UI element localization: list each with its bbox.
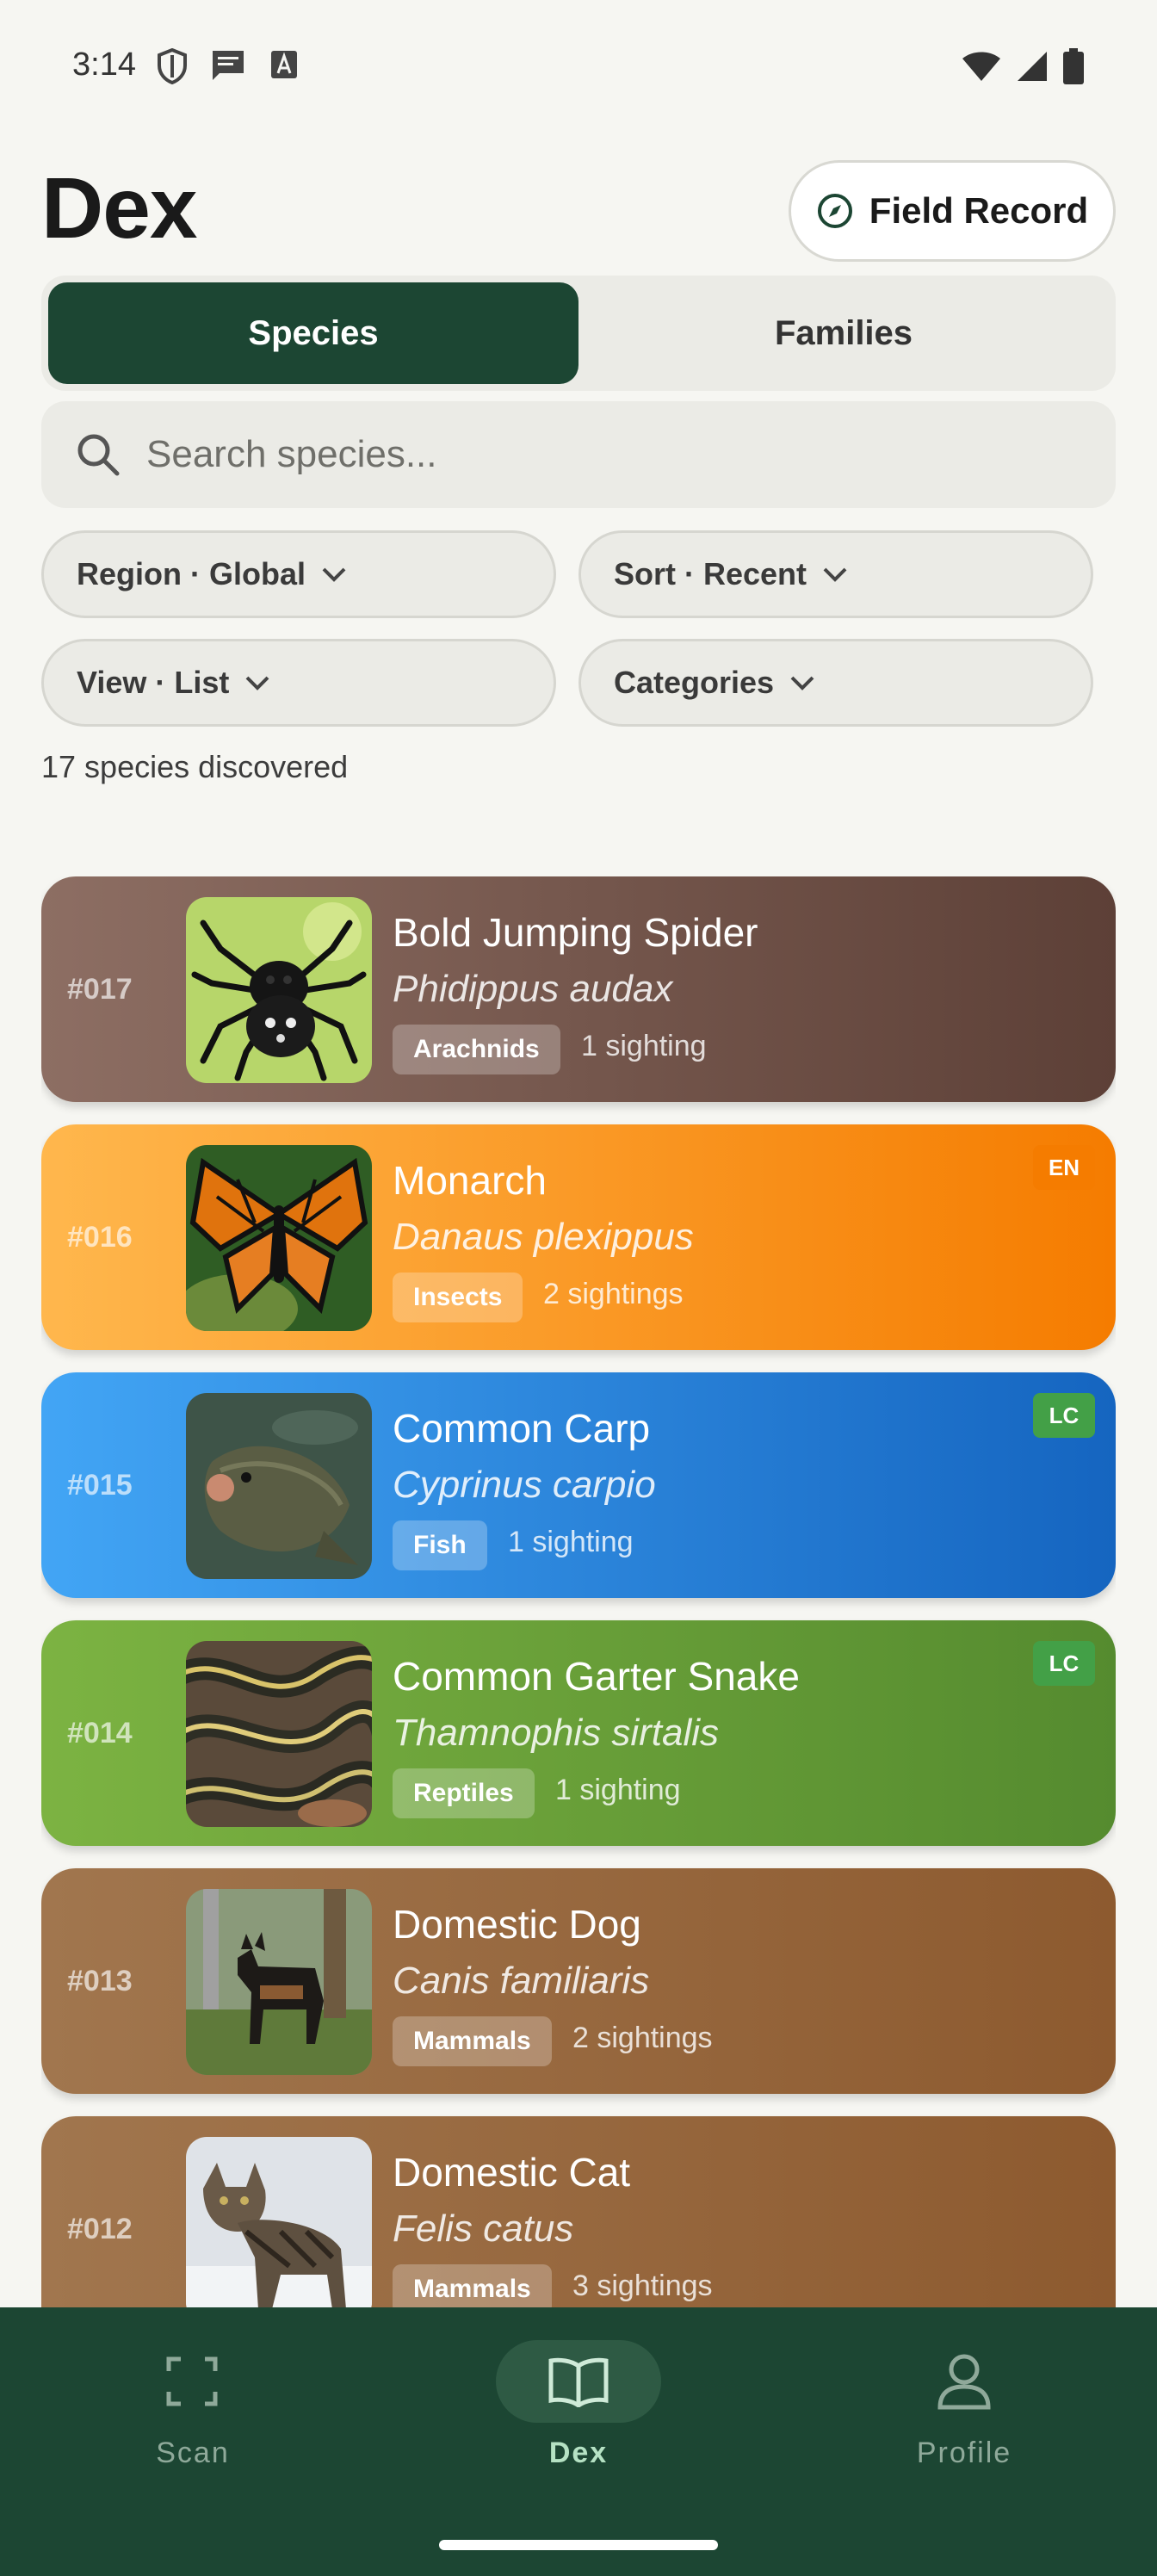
sighting-count: 1 sighting [555, 1774, 681, 1806]
view-tabs: Species Families [41, 276, 1116, 391]
chevron-down-icon [322, 567, 346, 582]
species-name: Common Garter Snake [393, 1654, 800, 1699]
species-scientific-name: Danaus plexippus [393, 1216, 694, 1258]
species-scientific-name: Felis catus [393, 2208, 574, 2250]
nav-scan-pill [110, 2340, 275, 2423]
sort-filter-label: Sort · Recent [614, 556, 807, 591]
conservation-status-badge: LC [1033, 1393, 1095, 1438]
wifi-icon [962, 52, 1000, 81]
nav-dex-pill [496, 2340, 661, 2423]
species-number: #017 [67, 972, 133, 1006]
sort-filter[interactable]: Sort · Recent [578, 530, 1093, 618]
species-number: #016 [67, 1220, 133, 1254]
species-name: Bold Jumping Spider [393, 910, 758, 955]
species-photo [186, 1889, 372, 2075]
signal-icon [1018, 52, 1047, 81]
species-number: #012 [67, 2212, 133, 2245]
search-input[interactable]: Search species... [41, 401, 1116, 508]
categories-filter[interactable]: Categories [578, 639, 1093, 727]
nav-dex-label: Dex [548, 2437, 609, 2469]
species-photo [186, 897, 372, 1083]
category-badge: Fish [393, 1520, 487, 1570]
scan-icon [166, 2356, 218, 2406]
region-filter-label: Region · Global [77, 556, 306, 591]
category-badge: Arachnids [393, 1025, 560, 1074]
species-card[interactable]: #014 Common Garter Snake Thamnophis sirt… [41, 1620, 1116, 1846]
nav-scan-label: Scan [156, 2437, 230, 2469]
species-photo [186, 1641, 372, 1827]
region-filter[interactable]: Region · Global [41, 530, 556, 618]
species-card[interactable]: #012 Domestic Cat Felis catus Mammals 3 … [41, 2116, 1116, 2307]
category-badge: Mammals [393, 2264, 552, 2307]
species-number: #015 [67, 1468, 133, 1502]
sighting-count: 1 sighting [508, 1526, 634, 1558]
conservation-status-badge: LC [1033, 1641, 1095, 1686]
sighting-count: 1 sighting [581, 1030, 707, 1062]
species-photo [186, 1393, 372, 1579]
view-filter-label: View · List [77, 665, 230, 700]
chevron-down-icon [245, 676, 269, 690]
search-placeholder: Search species... [146, 433, 437, 475]
category-badge: Insects [393, 1273, 523, 1322]
field-record-label: Field Record [869, 190, 1089, 231]
person-icon [937, 2354, 991, 2410]
battery-icon [1063, 48, 1084, 84]
chevron-down-icon [790, 676, 814, 690]
species-count: 17 species discovered [41, 749, 349, 784]
sighting-count: 2 sightings [572, 2022, 713, 2054]
tab-families[interactable]: Families [578, 282, 1109, 384]
category-badge: Mammals [393, 2016, 552, 2066]
compass-icon [817, 194, 852, 228]
species-name: Domestic Dog [393, 1902, 641, 1947]
bottom-navigation: Scan Dex Profile [0, 2307, 1157, 2576]
species-photo [186, 2137, 372, 2307]
nav-scan[interactable]: Scan [64, 2340, 322, 2486]
font-icon [271, 51, 297, 78]
page-title: Dex [41, 160, 197, 257]
species-card[interactable]: #017 Bold Jumping Spider Phidippus audax [41, 876, 1116, 1102]
species-name: Domestic Cat [393, 2150, 631, 2195]
sighting-count: 2 sightings [543, 1278, 684, 1310]
species-scientific-name: Cyprinus carpio [393, 1464, 656, 1506]
nav-dex[interactable]: Dex [449, 2340, 708, 2486]
species-card[interactable]: #013 Domestic Dog Canis familiaris Mamma… [41, 1868, 1116, 2094]
species-name: Monarch [393, 1158, 547, 1203]
species-scientific-name: Phidippus audax [393, 968, 673, 1010]
species-card[interactable]: #015 Common Carp Cyprinus carpio Fish 1 … [41, 1372, 1116, 1598]
categories-filter-label: Categories [614, 665, 775, 700]
chevron-down-icon [823, 567, 847, 582]
species-photo [186, 1145, 372, 1331]
nav-profile-pill [882, 2340, 1047, 2423]
search-icon [77, 434, 120, 476]
sighting-count: 3 sightings [572, 2269, 713, 2302]
species-scientific-name: Thamnophis sirtalis [393, 1712, 720, 1754]
species-number: #013 [67, 1964, 133, 1997]
species-scientific-name: Canis familiaris [393, 1960, 650, 2002]
message-icon [213, 51, 244, 80]
view-filter[interactable]: View · List [41, 639, 556, 727]
species-name: Common Carp [393, 1406, 651, 1451]
species-list: #017 Bold Jumping Spider Phidippus audax [41, 876, 1116, 2307]
species-number: #014 [67, 1716, 133, 1749]
conservation-status-badge: EN [1033, 1145, 1095, 1190]
home-indicator [439, 2540, 718, 2550]
tab-species[interactable]: Species [48, 282, 578, 384]
status-bar: 3:14 [0, 0, 1157, 103]
shield-icon [158, 48, 187, 84]
status-time: 3:14 [72, 46, 136, 83]
book-icon [548, 2357, 609, 2407]
species-card[interactable]: #016 Monarch Danaus plexippus Insects 2 … [41, 1124, 1116, 1350]
nav-profile-label: Profile [916, 2437, 1012, 2469]
nav-profile[interactable]: Profile [835, 2340, 1093, 2486]
category-badge: Reptiles [393, 1768, 535, 1818]
field-record-button[interactable]: Field Record [789, 160, 1116, 262]
